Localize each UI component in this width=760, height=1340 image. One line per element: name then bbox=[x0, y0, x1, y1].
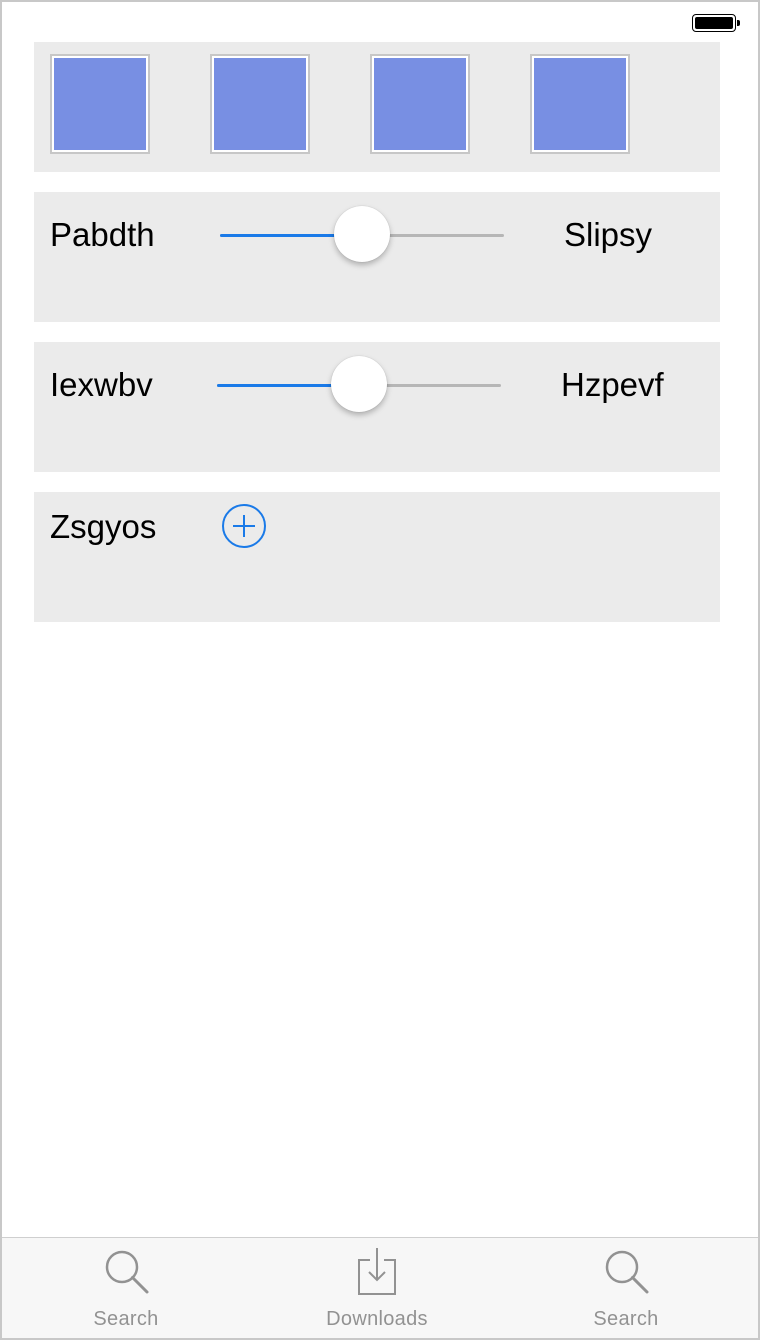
tab-downloads[interactable]: Downloads bbox=[287, 1238, 467, 1338]
thumbnail[interactable] bbox=[530, 54, 630, 154]
thumbnail[interactable] bbox=[50, 54, 150, 154]
slider-row: Pabdth Slipsy bbox=[34, 192, 720, 322]
plus-circle-icon[interactable] bbox=[222, 504, 266, 548]
tab-label: Search bbox=[93, 1308, 159, 1330]
slider-knob[interactable] bbox=[331, 356, 387, 412]
tab-search[interactable]: Search bbox=[36, 1238, 216, 1338]
thumbnail-row bbox=[34, 42, 720, 172]
thumbnail[interactable] bbox=[370, 54, 470, 154]
tab-bar: Search Downloads Search bbox=[2, 1237, 758, 1338]
search-icon bbox=[105, 1250, 149, 1294]
tab-search[interactable]: Search bbox=[536, 1238, 716, 1338]
thumbnail[interactable] bbox=[210, 54, 310, 154]
slider-left-label: Pabdth bbox=[50, 216, 155, 253]
download-icon bbox=[358, 1248, 396, 1295]
battery-full-icon bbox=[692, 14, 740, 32]
add-row-label: Zsgyos bbox=[50, 508, 157, 545]
search-icon bbox=[605, 1250, 649, 1294]
add-row: Zsgyos bbox=[34, 492, 720, 622]
slider-right-label: Hzpevf bbox=[561, 366, 664, 403]
slider-row: Iexwbv Hzpevf bbox=[34, 342, 720, 472]
tab-label: Search bbox=[593, 1308, 659, 1330]
app-screen: Pabdth Slipsy Iexwbv Hzpevf Zsgyos Searc… bbox=[0, 0, 760, 1340]
slider-knob[interactable] bbox=[334, 206, 390, 262]
slider-right-label: Slipsy bbox=[564, 216, 653, 253]
tab-label: Downloads bbox=[326, 1308, 428, 1330]
slider-left-label: Iexwbv bbox=[50, 366, 153, 403]
